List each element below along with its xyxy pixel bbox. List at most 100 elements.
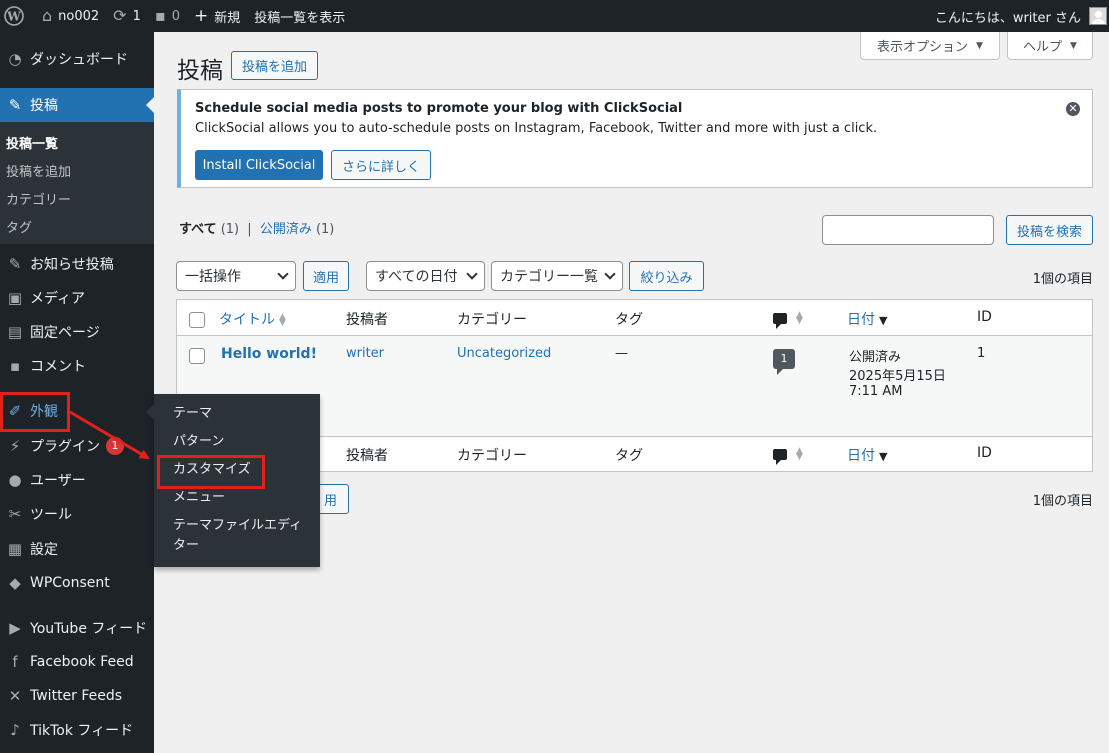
help-button[interactable]: ヘルプ ▼: [1007, 32, 1093, 60]
filter-published[interactable]: 公開済み: [260, 222, 312, 237]
screen-options-button[interactable]: 表示オプション ▼: [860, 32, 1000, 60]
flyout-menus[interactable]: メニュー: [173, 488, 225, 508]
facebook-icon: f: [12, 653, 18, 671]
category-filter-value: カテゴリー一覧: [500, 269, 598, 285]
filter-all[interactable]: すべて: [179, 222, 217, 237]
filter-separator: |: [247, 222, 252, 237]
help-label: ヘルプ: [1023, 40, 1063, 55]
menu-pages[interactable]: ▤ 固定ページ: [0, 315, 154, 349]
updates-link[interactable]: ⟳ 1: [106, 0, 148, 32]
add-new-post-button[interactable]: 投稿を追加: [231, 51, 318, 80]
menu-settings[interactable]: ▦ 設定: [0, 532, 154, 566]
sorted-desc-icon: ▼: [879, 450, 888, 463]
select-all-checkbox[interactable]: [189, 312, 205, 328]
menu-dashboard[interactable]: ◔ ダッシュボード: [0, 42, 154, 76]
notice-title: Schedule social media posts to promote y…: [195, 101, 683, 116]
date-filter-value: すべての日付: [375, 269, 458, 285]
column-date-header[interactable]: 日付 ▼: [847, 309, 887, 329]
submenu-tags[interactable]: タグ: [6, 217, 32, 236]
menu-tiktok-feed[interactable]: ♪ TikTok フィード: [0, 713, 154, 747]
filter-button[interactable]: 絞り込み: [629, 261, 704, 291]
install-clicksocial-button[interactable]: Install ClickSocial: [195, 150, 323, 180]
comments-link[interactable]: ▪ 0: [148, 0, 187, 32]
sort-icon[interactable]: ▲ ▼: [796, 447, 803, 462]
date-filter-select[interactable]: すべての日付: [366, 261, 485, 291]
items-count-top: 1個の項目: [1032, 272, 1093, 287]
menu-appearance-label: 外観: [30, 404, 58, 420]
apply-bulk-button[interactable]: 適用: [303, 261, 349, 291]
search-posts-button[interactable]: 投稿を検索: [1006, 215, 1093, 245]
menu-wpconsent[interactable]: ◆ WPConsent: [0, 566, 154, 600]
chevron-down-icon: [604, 268, 616, 280]
row-checkbox[interactable]: [189, 348, 205, 364]
new-content-link[interactable]: + 新規: [187, 0, 247, 32]
flyout-theme-file-editor[interactable]: テーマファイルエディ ター: [173, 516, 302, 556]
wpconsent-icon: ◆: [9, 574, 21, 592]
sort-icon: ▲ ▼: [279, 312, 286, 328]
screen-options-label: 表示オプション: [877, 40, 969, 55]
wordpress-logo-icon[interactable]: W: [0, 0, 31, 32]
post-status-filters: すべて (1) | 公開済み (1): [179, 218, 334, 237]
greeting: こんにちは、writer さん: [934, 10, 1081, 26]
column-date-label: 日付: [847, 312, 875, 328]
learn-more-button[interactable]: さらに詳しく: [331, 150, 431, 180]
bulk-actions-select[interactable]: 一括操作: [176, 261, 296, 291]
submenu-add-post[interactable]: 投稿を追加: [6, 161, 71, 180]
column-title-header[interactable]: タイトル ▲ ▼: [219, 309, 286, 329]
menu-users[interactable]: ● ユーザー: [0, 463, 154, 497]
new-label: 新規: [214, 10, 241, 26]
footer-categories-header: カテゴリー: [457, 448, 527, 464]
menu-facebook-feed[interactable]: f Facebook Feed: [0, 645, 154, 679]
clicksocial-notice: Schedule social media posts to promote y…: [177, 89, 1093, 188]
admin-bar: W ⌂ no002 ⟳ 1 ▪ 0 + 新規 投稿一覧を表示 こんにちは、wri…: [0, 0, 1109, 32]
menu-tiktok-label: TikTok フィード: [30, 723, 134, 739]
footer-id-header: ID: [977, 445, 992, 461]
menu-media[interactable]: ▣ メディア: [0, 281, 154, 315]
view-posts-link[interactable]: 投稿一覧を表示: [247, 0, 352, 32]
menu-twitter-label: Twitter Feeds: [30, 688, 123, 704]
column-categories-header: カテゴリー: [457, 312, 527, 328]
post-title-link[interactable]: Hello world!: [221, 346, 317, 362]
post-category-link[interactable]: Uncategorized: [457, 346, 551, 361]
dismiss-icon[interactable]: ✕: [1066, 102, 1080, 116]
dashboard-icon: ◔: [8, 50, 22, 68]
page-icon: ▤: [7, 323, 23, 341]
flyout-patterns[interactable]: パターン: [173, 432, 224, 452]
menu-wpconsent-label: WPConsent: [30, 575, 110, 591]
flyout-customize[interactable]: カスタマイズ: [173, 460, 251, 480]
comments-column-icon[interactable]: [773, 449, 787, 465]
my-account-link[interactable]: こんにちは、writer さん: [928, 0, 1109, 32]
submenu-all-posts[interactable]: 投稿一覧: [6, 133, 58, 152]
page-title: 投稿: [177, 58, 223, 84]
post-comment-count[interactable]: 1: [773, 349, 795, 375]
menu-plugins[interactable]: ⚡ プラグイン 1: [0, 429, 154, 463]
menu-posts[interactable]: ✎ 投稿: [0, 88, 154, 122]
menu-news-posts[interactable]: ✎ お知らせ投稿: [0, 247, 154, 281]
post-time: 7:11 AM: [849, 384, 903, 399]
menu-twitter-feeds[interactable]: ✕ Twitter Feeds: [0, 679, 154, 713]
flyout-themes[interactable]: テーマ: [173, 404, 212, 424]
site-name-link[interactable]: ⌂ no002: [35, 0, 106, 32]
menu-settings-label: 設定: [30, 542, 58, 558]
paintbrush-icon: ✐: [8, 402, 22, 420]
menu-youtube-feed[interactable]: ▶ YouTube フィード: [0, 611, 154, 645]
updates-count: 1: [132, 8, 141, 24]
site-name: no002: [58, 8, 100, 24]
menu-tools[interactable]: ✂ ツール: [0, 497, 154, 531]
category-filter-select[interactable]: カテゴリー一覧: [491, 261, 623, 291]
menu-youtube-label: YouTube フィード: [30, 621, 148, 637]
submenu-categories[interactable]: カテゴリー: [6, 189, 71, 208]
comments-count: 0: [171, 8, 180, 24]
menu-appearance[interactable]: ✐ 外観: [0, 394, 154, 428]
post-tags: —: [615, 346, 628, 361]
comments-column-icon[interactable]: [773, 313, 787, 329]
column-author-header: 投稿者: [346, 312, 388, 328]
menu-dashboard-label: ダッシュボード: [30, 52, 128, 68]
menu-comments[interactable]: ▪ コメント: [0, 349, 154, 383]
post-author-link[interactable]: writer: [346, 346, 384, 361]
sort-icon[interactable]: ▲ ▼: [796, 311, 803, 326]
wrench-icon: ✂: [8, 505, 22, 523]
column-id-header: ID: [977, 309, 992, 325]
footer-date-header[interactable]: 日付 ▼: [847, 445, 887, 465]
post-search-input[interactable]: [822, 215, 994, 245]
